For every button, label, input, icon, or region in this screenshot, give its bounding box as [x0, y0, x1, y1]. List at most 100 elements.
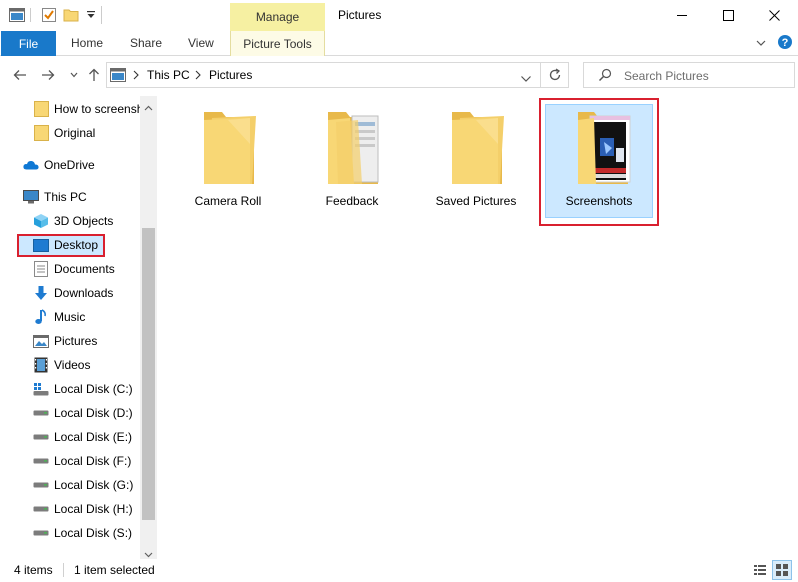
- tab-manage[interactable]: Manage: [230, 3, 325, 31]
- tab-home[interactable]: Home: [71, 36, 103, 50]
- folder-icon: [328, 112, 379, 184]
- breadcrumb-pictures[interactable]: Pictures: [209, 68, 252, 82]
- sidebar-item-original[interactable]: Original: [17, 122, 140, 144]
- sidebar-item-label: Local Disk (S:): [54, 526, 133, 540]
- recent-locations-button[interactable]: [64, 64, 84, 86]
- breadcrumb-separator-icon[interactable]: [132, 69, 140, 83]
- sidebar-item-label: How to screensh: [54, 102, 140, 116]
- sidebar-item-label: This PC: [44, 190, 87, 204]
- scroll-up-icon[interactable]: [144, 100, 153, 114]
- sidebar-item-label: Pictures: [54, 334, 98, 348]
- computer-icon: [23, 189, 39, 205]
- forward-button[interactable]: [38, 64, 58, 86]
- folder-icon: [33, 125, 49, 141]
- cloud-icon: [23, 157, 39, 173]
- ribbon-tabs: File Home Share View Picture Tools ?: [0, 31, 798, 56]
- nav-scroll-thumb[interactable]: [142, 228, 155, 520]
- folder-icon: [33, 101, 49, 117]
- sidebar-item-pictures[interactable]: Pictures: [17, 330, 140, 352]
- separator: [30, 8, 31, 22]
- tab-picture-tools[interactable]: Picture Tools: [230, 31, 325, 56]
- large-icons-view-button[interactable]: [772, 560, 792, 580]
- window-title: Pictures: [338, 8, 382, 22]
- pictures-location-icon: [110, 68, 126, 85]
- sidebar-item-desktop[interactable]: Desktop: [17, 234, 140, 256]
- sidebar-item-local-disk-e[interactable]: Local Disk (E:): [17, 426, 140, 448]
- folder-label: Saved Pictures: [435, 194, 517, 208]
- windows-drive-icon: [33, 381, 49, 397]
- folder-label: Screenshots: [565, 194, 633, 208]
- sidebar-item-music[interactable]: Music: [17, 306, 140, 328]
- sidebar-item-documents[interactable]: Documents: [17, 258, 140, 280]
- sidebar-item-onedrive[interactable]: OneDrive: [17, 154, 140, 176]
- new-folder-icon[interactable]: [62, 6, 80, 24]
- sidebar-item-this-pc[interactable]: This PC: [17, 186, 140, 208]
- status-separator: [63, 563, 64, 577]
- sidebar-item-label: Local Disk (D:): [54, 406, 133, 420]
- sidebar-item-local-disk-g[interactable]: Local Disk (G:): [17, 474, 140, 496]
- back-button[interactable]: [10, 64, 30, 86]
- sidebar-item-label: Local Disk (E:): [54, 430, 133, 444]
- breadcrumb-separator-icon[interactable]: [194, 69, 202, 83]
- videos-icon: [33, 357, 49, 373]
- item-count: 4 items: [14, 563, 53, 577]
- sidebar-item-local-disk-c[interactable]: Local Disk (C:): [17, 378, 140, 400]
- folder-label: Camera Roll: [194, 194, 262, 208]
- sidebar-item-3d-objects[interactable]: 3D Objects: [17, 210, 140, 232]
- sidebar-item-label: Music: [54, 310, 86, 324]
- desktop-icon: [33, 237, 49, 253]
- download-icon: [33, 285, 49, 301]
- sidebar-item-label: 3D Objects: [54, 214, 114, 228]
- drive-icon: [33, 477, 49, 493]
- refresh-button[interactable]: [541, 62, 569, 88]
- documents-icon: [33, 261, 49, 277]
- pictures-icon: [33, 333, 49, 349]
- folder-saved-pictures[interactable]: Saved Pictures: [430, 104, 522, 222]
- explorer-window-icon[interactable]: [8, 6, 26, 24]
- details-view-icon[interactable]: [753, 563, 767, 580]
- sidebar-item-local-disk-d[interactable]: Local Disk (D:): [17, 402, 140, 424]
- expand-ribbon-icon[interactable]: [755, 37, 767, 52]
- folder-camera-roll[interactable]: Camera Roll: [182, 104, 274, 222]
- svg-text:?: ?: [782, 37, 789, 49]
- folder-screenshots[interactable]: Screenshots: [553, 104, 645, 222]
- large-icons-view-icon: [776, 564, 788, 576]
- drive-icon: [33, 501, 49, 517]
- music-icon: [33, 309, 49, 325]
- title-bar: Manage Pictures: [0, 0, 798, 31]
- sidebar-item-label: OneDrive: [44, 158, 95, 172]
- close-button[interactable]: [751, 0, 797, 30]
- sidebar-item-local-disk-f[interactable]: Local Disk (F:): [17, 450, 140, 472]
- sidebar-item-videos[interactable]: Videos: [17, 354, 140, 376]
- customize-toolbar-icon[interactable]: [82, 6, 100, 24]
- address-bar[interactable]: This PC Pictures: [106, 62, 541, 88]
- properties-icon[interactable]: [40, 6, 58, 24]
- search-box[interactable]: Search Pictures: [583, 62, 795, 88]
- sidebar-item-label: Local Disk (F:): [54, 454, 132, 468]
- address-history-dropdown-icon[interactable]: [520, 72, 532, 86]
- minimize-button[interactable]: [659, 0, 705, 30]
- sidebar-item-how-to-screenshot[interactable]: How to screensh: [17, 98, 140, 120]
- help-icon[interactable]: ?: [777, 34, 793, 53]
- drive-icon: [33, 525, 49, 541]
- maximize-button[interactable]: [705, 0, 751, 30]
- separator: [101, 6, 102, 24]
- sidebar-item-downloads[interactable]: Downloads: [17, 282, 140, 304]
- folder-feedback[interactable]: Feedback: [306, 104, 398, 222]
- sidebar-item-label: Desktop: [54, 238, 99, 252]
- drive-icon: [33, 429, 49, 445]
- tab-share[interactable]: Share: [130, 36, 162, 50]
- search-placeholder: Search Pictures: [624, 69, 709, 83]
- sidebar-item-label: Local Disk (G:): [54, 478, 134, 492]
- drive-icon: [33, 453, 49, 469]
- status-bar: 4 items 1 item selected: [0, 559, 798, 582]
- tab-view[interactable]: View: [188, 36, 214, 50]
- tab-file[interactable]: File: [1, 31, 56, 56]
- breadcrumb-this-pc[interactable]: This PC: [147, 68, 190, 82]
- folder-icon: [578, 112, 631, 184]
- up-button[interactable]: [84, 64, 104, 86]
- sidebar-item-local-disk-h[interactable]: Local Disk (H:): [17, 498, 140, 520]
- sidebar-item-local-disk-s[interactable]: Local Disk (S:): [17, 522, 140, 544]
- sidebar-item-label: Original: [54, 126, 96, 140]
- sidebar-item-label: Local Disk (C:): [54, 382, 133, 396]
